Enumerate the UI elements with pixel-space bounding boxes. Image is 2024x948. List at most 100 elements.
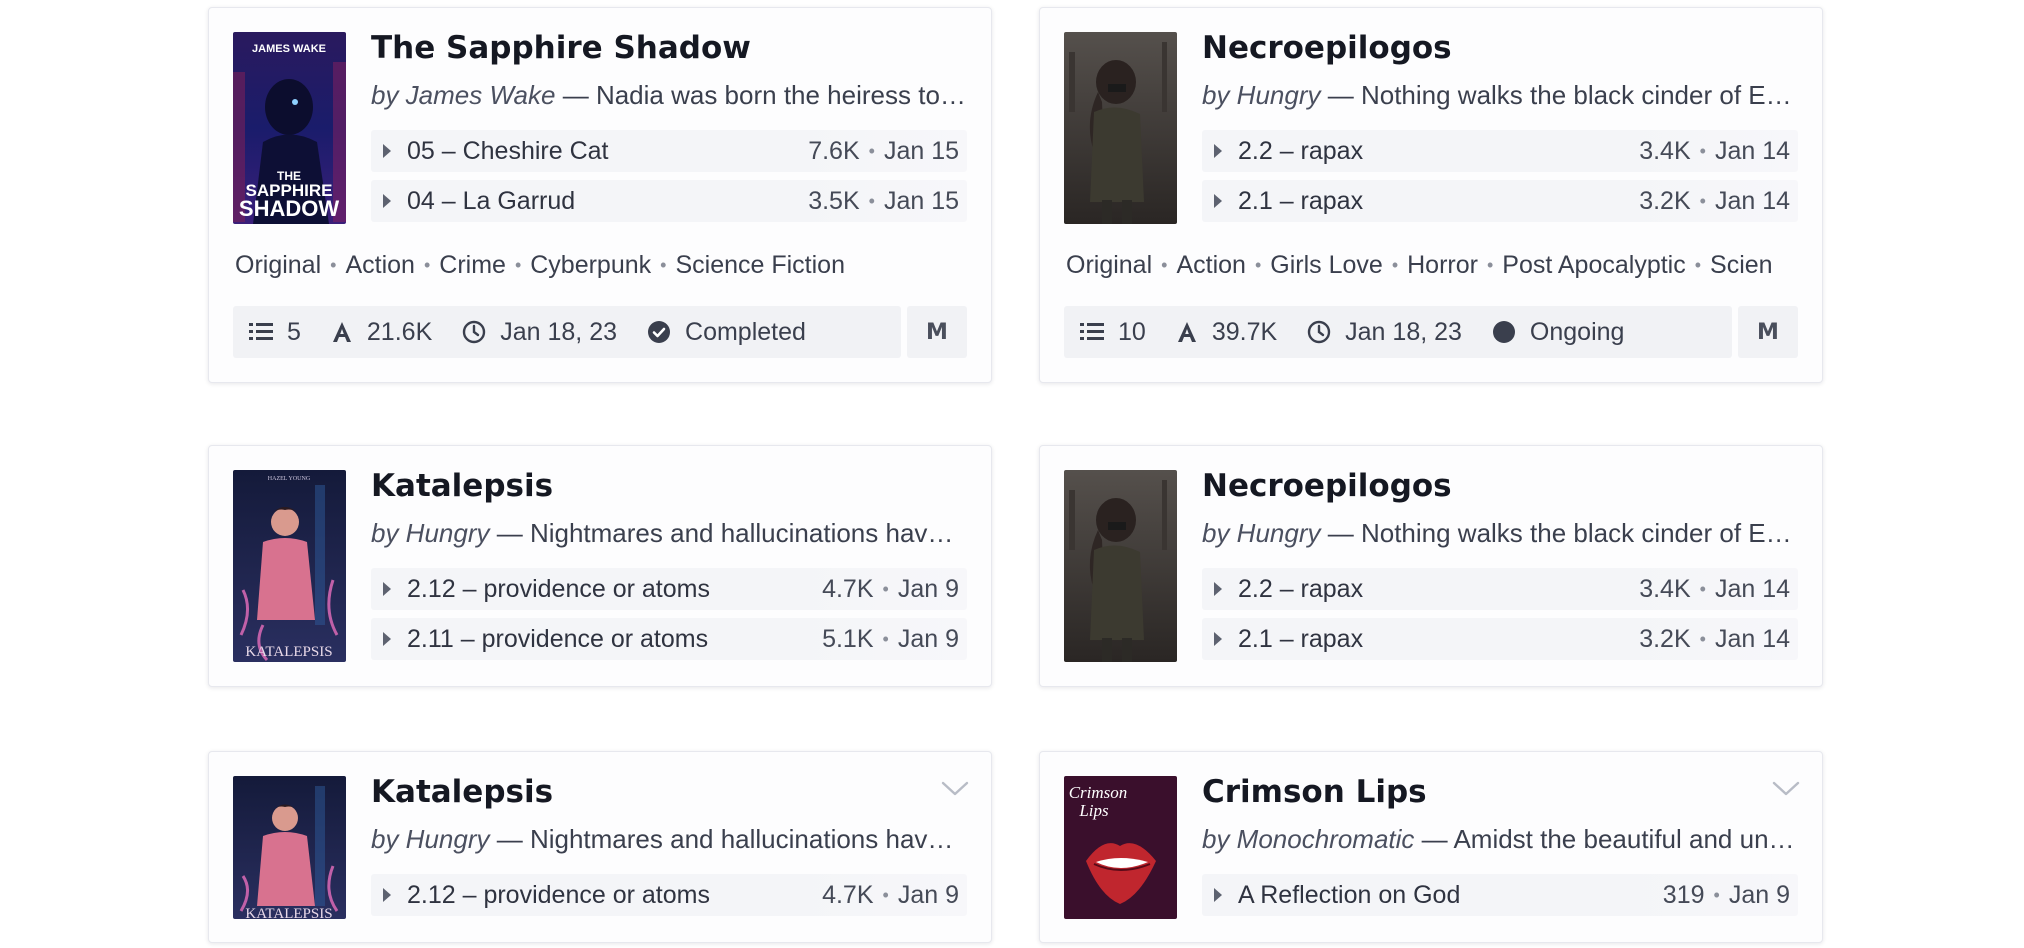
tag-item[interactable]: Crime [439, 251, 506, 279]
chapter-title[interactable]: 2.12 – providence or atoms [407, 575, 822, 604]
story-card[interactable]: HAZEL YOUNG KATALEPSIS Katalepsis by Hun… [208, 445, 992, 687]
chapter-item[interactable]: 2.12 – providence or atoms 4.7K • Jan 9 [371, 568, 967, 610]
chapter-title[interactable]: 2.2 – rapax [1238, 575, 1639, 604]
story-cover[interactable]: JAMES WAKE THE SAPPHIRE SHADOW [233, 32, 346, 224]
story-description: Nightmares and hallucinations have p… [529, 518, 967, 548]
story-cover[interactable] [1064, 470, 1177, 662]
stat-chapters-value: 5 [287, 317, 301, 346]
cover-title-text: Lips [1078, 801, 1109, 820]
tag-item[interactable]: Post Apocalyptic [1502, 251, 1685, 279]
chapter-words: 3.2K [1639, 186, 1691, 215]
byline-separator: — [489, 824, 530, 854]
story-byline: by James Wake — Nadia was born the heire… [371, 80, 967, 111]
status-dot-icon [1492, 321, 1515, 343]
chapter-title[interactable]: 2.1 – rapax [1238, 187, 1639, 216]
story-stats: 10 39.7K Jan 18, 23 Ongoing [1064, 306, 1732, 358]
cover-image [1064, 32, 1177, 224]
byline-separator: — [555, 80, 596, 110]
stat-updated: Jan 18, 23 [1307, 318, 1462, 347]
chapter-item[interactable]: A Reflection on God 319 • Jan 9 [1202, 874, 1798, 916]
story-title[interactable]: Necroepilogos [1202, 30, 1752, 66]
cover-image [1064, 470, 1177, 662]
tag-item[interactable]: Cyberpunk [530, 251, 651, 279]
chapter-date: Jan 9 [897, 624, 959, 653]
chapter-date: Jan 14 [1714, 624, 1790, 653]
chapter-date: Jan 9 [897, 574, 959, 603]
stat-status: Completed [647, 318, 806, 347]
tag-item[interactable]: Action [345, 251, 414, 279]
chapter-meta: 7.6K • Jan 15 [808, 136, 959, 165]
story-cover[interactable]: KATALEPSIS [233, 776, 346, 919]
story-title[interactable]: The Sapphire Shadow [371, 30, 921, 66]
story-author[interactable]: by Hungry [1202, 518, 1321, 548]
chapter-item[interactable]: 2.1 – rapax 3.2K • Jan 14 [1202, 180, 1798, 222]
caret-right-icon [1214, 888, 1222, 902]
story-card[interactable]: KATALEPSIS Katalepsis by Hungry — Nightm… [208, 751, 992, 943]
tag-item[interactable]: Action [1176, 251, 1245, 279]
chapter-item[interactable]: 05 – Cheshire Cat 7.6K • Jan 15 [371, 130, 967, 172]
story-description: Amidst the beautiful and unf… [1453, 824, 1798, 854]
story-card[interactable]: Crimson Lips Crimson Lips by Monochromat… [1039, 751, 1823, 943]
story-author[interactable]: by Hungry [371, 518, 490, 548]
story-author[interactable]: by James Wake [371, 80, 555, 110]
story-card[interactable]: Necroepilogos by Hungry — Nothing walks … [1039, 7, 1823, 383]
story-title[interactable]: Katalepsis [371, 774, 921, 810]
stat-chapters-value: 10 [1118, 317, 1146, 346]
byline-separator: — [1320, 80, 1361, 110]
story-title[interactable]: Crimson Lips [1202, 774, 1752, 810]
stat-words-value: 21.6K [366, 317, 433, 346]
story-cover[interactable]: Crimson Lips [1064, 776, 1177, 919]
chapter-date: Jan 15 [883, 186, 959, 215]
tag-item[interactable]: Horror [1407, 251, 1478, 279]
stat-chapters: 10 [1080, 318, 1146, 347]
chapter-date: Jan 9 [897, 880, 959, 909]
age-rating-badge: M [907, 306, 967, 358]
stat-words: 21.6K [331, 318, 432, 347]
tag-item[interactable]: Scien [1710, 251, 1773, 279]
story-byline: by Hungry — Nightmares and hallucination… [371, 824, 967, 855]
story-title[interactable]: Katalepsis [371, 468, 921, 504]
story-cover[interactable]: HAZEL YOUNG KATALEPSIS [233, 470, 346, 662]
chapter-item[interactable]: 2.1 – rapax 3.2K • Jan 14 [1202, 618, 1798, 660]
chapter-item[interactable]: 2.11 – providence or atoms 5.1K • Jan 9 [371, 618, 967, 660]
tag-item[interactable]: Science Fiction [675, 251, 845, 279]
stat-words: 39.7K [1176, 318, 1277, 347]
tag-item[interactable]: Original [1066, 251, 1152, 279]
chapter-title[interactable]: 04 – La Garrud [407, 187, 808, 216]
chapter-meta: 3.2K • Jan 14 [1639, 186, 1790, 215]
tag-item[interactable]: Girls Love [1270, 251, 1383, 279]
chevron-down-icon[interactable] [1772, 780, 1800, 798]
chapter-title[interactable]: 05 – Cheshire Cat [407, 137, 808, 166]
cover-author-text: JAMES WAKE [252, 43, 326, 55]
story-cover[interactable] [1064, 32, 1177, 224]
story-byline: by Hungry — Nothing walks the black cind… [1202, 80, 1798, 111]
story-card[interactable]: Necroepilogos by Hungry — Nothing walks … [1039, 445, 1823, 687]
cover-image: HAZEL YOUNG KATALEPSIS [233, 470, 346, 662]
story-author[interactable]: by Hungry [371, 824, 490, 854]
chapter-words: 3.4K [1639, 574, 1691, 603]
chapter-title[interactable]: 2.1 – rapax [1238, 625, 1639, 654]
chapter-meta: 3.5K • Jan 15 [808, 186, 959, 215]
chapter-title[interactable]: 2.11 – providence or atoms [407, 625, 822, 654]
chapter-item[interactable]: 04 – La Garrud 3.5K • Jan 15 [371, 180, 967, 222]
stat-updated-value: Jan 18, 23 [1345, 317, 1462, 346]
chapter-item[interactable]: 2.2 – rapax 3.4K • Jan 14 [1202, 568, 1798, 610]
story-author[interactable]: by Hungry [1202, 80, 1321, 110]
tag-item[interactable]: Original [235, 251, 321, 279]
byline-separator: — [489, 518, 530, 548]
chapter-item[interactable]: 2.2 – rapax 3.4K • Jan 14 [1202, 130, 1798, 172]
chapter-title[interactable]: A Reflection on God [1238, 881, 1663, 910]
cover-title-text: Crimson [1069, 783, 1128, 802]
chapter-title[interactable]: 2.12 – providence or atoms [407, 881, 822, 910]
clock-icon [463, 320, 486, 344]
chevron-down-icon[interactable] [941, 780, 969, 798]
chapter-title[interactable]: 2.2 – rapax [1238, 137, 1639, 166]
list-icon [249, 323, 273, 340]
story-title[interactable]: Necroepilogos [1202, 468, 1752, 504]
story-author[interactable]: by Monochromatic [1202, 824, 1414, 854]
stat-words-value: 39.7K [1211, 317, 1278, 346]
chapter-item[interactable]: 2.12 – providence or atoms 4.7K • Jan 9 [371, 874, 967, 916]
story-card[interactable]: JAMES WAKE THE SAPPHIRE SHADOW The Sapph… [208, 7, 992, 383]
caret-right-icon [383, 194, 391, 208]
font-icon [332, 322, 351, 342]
